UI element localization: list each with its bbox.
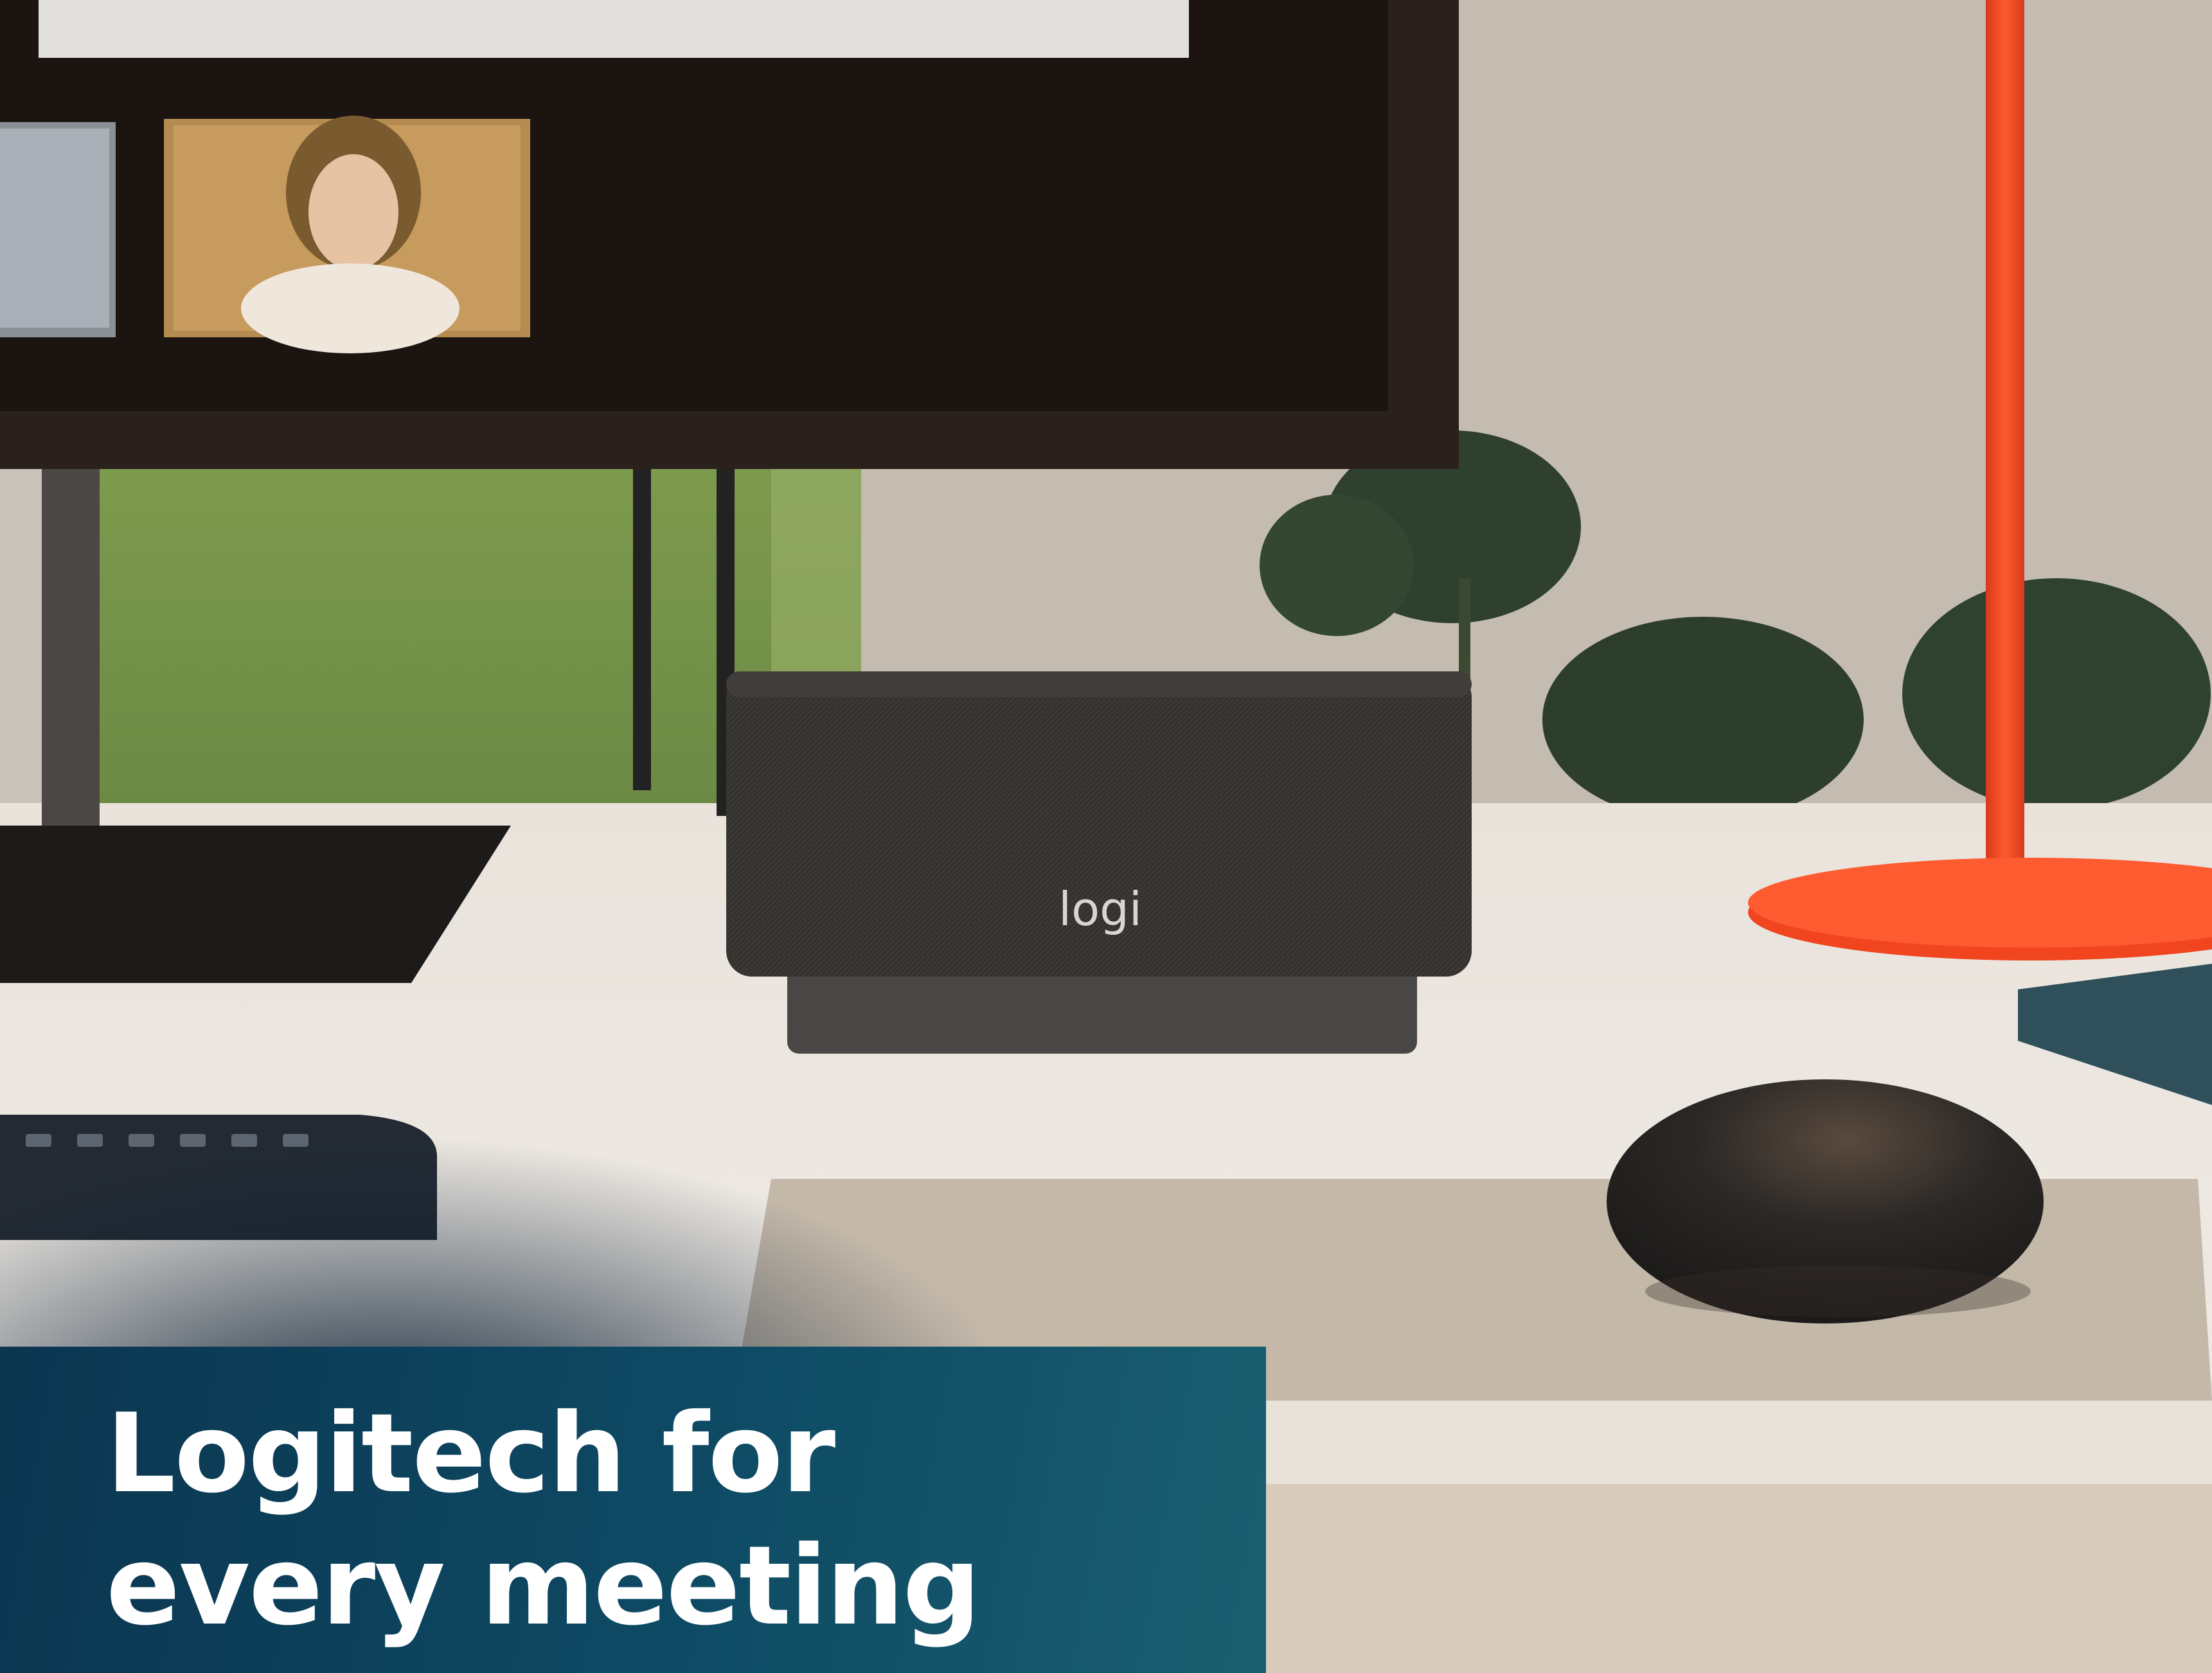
speaker-hub-illustration: logi [726,671,1472,1054]
headline: Logitech for every meeting [106,1388,1237,1652]
headline-line-1: Logitech for [106,1390,835,1518]
headline-line-2: every meeting [106,1523,981,1650]
mouse-illustration [1607,1079,2044,1323]
product-logo: logi [1058,882,1142,936]
